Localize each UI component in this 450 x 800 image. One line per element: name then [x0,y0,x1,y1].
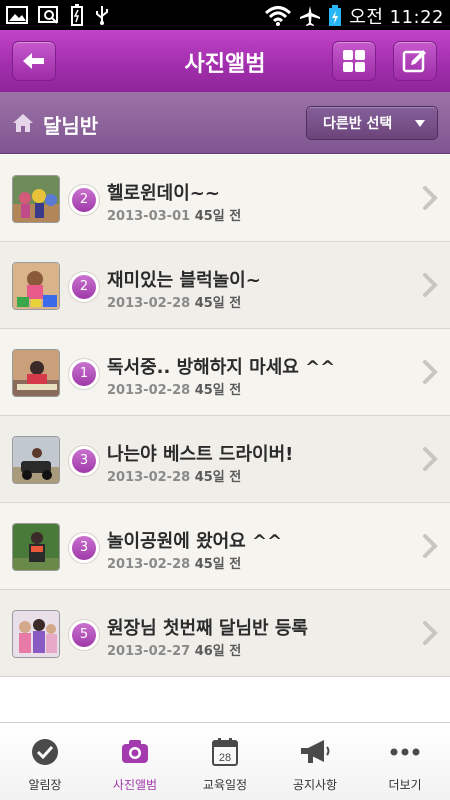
album-date: 2013-03-01 45일 전 [107,209,242,224]
class-select-label: 다른반 선택 [323,116,393,132]
album-thumbnail [12,349,60,397]
image-icon [6,6,28,24]
battery-small-icon [71,4,83,26]
album-thumbnail [12,175,60,223]
chevron-down-icon [415,120,425,127]
album-list: 2 헬로윈데이~~ 2013-03-01 45일 전 2 재미있는 블럭놀이~ … [0,155,450,677]
nav-item-notice[interactable]: 공지사항 [270,723,360,800]
chevron-right-icon [423,534,438,558]
nav-item-schedule[interactable]: 28 교육일정 [180,723,270,800]
photo-count-badge: 3 [68,532,100,564]
album-title: 원장님 첫번째 달님반 등록 [107,618,308,639]
page-title: 사진앨범 [184,52,266,77]
megaphone-icon [301,740,330,763]
list-item[interactable]: 2 재미있는 블럭놀이~ 2013-02-28 45일 전 [0,242,450,329]
system-icons: 오전 11:22 [264,3,444,29]
nav-label: 교육일정 [202,778,248,792]
battery-charging-icon [329,5,342,26]
album-date: 2013-02-28 45일 전 [107,383,242,398]
usb-icon [96,6,108,25]
search-icon [38,6,58,24]
home-icon [13,114,33,132]
wifi-icon [265,6,292,26]
chevron-right-icon [423,360,438,384]
album-date: 2013-02-28 45일 전 [107,557,242,572]
album-date: 2013-02-28 45일 전 [107,470,242,485]
nav-label: 사진앨범 [112,778,158,792]
grid-view-button[interactable] [332,41,376,81]
grid-view-icon [343,50,365,72]
nav-item-notes[interactable]: 알림장 [0,723,90,800]
class-select-dropdown[interactable]: 다른반 선택 [306,106,438,140]
photo-count-badge: 1 [68,358,100,390]
nav-label: 공지사항 [292,778,338,792]
more-dots-icon [390,748,420,756]
bottom-nav: 알림장 사진앨범 28 교육일정 공지사항 더보기 [0,722,450,800]
album-date: 2013-02-28 45일 전 [107,296,242,311]
list-item[interactable]: 5 원장님 첫번째 달님반 등록 2013-02-27 46일 전 [0,590,450,677]
svg-text:28: 28 [219,752,231,764]
list-item[interactable]: 1 독서중.. 방해하지 마세요 ^^ 2013-02-28 45일 전 [0,329,450,416]
album-title: 재미있는 블럭놀이~ [107,270,261,291]
chevron-right-icon [423,186,438,210]
album-thumbnail [12,436,60,484]
nav-label: 알림장 [28,778,62,792]
photo-count-badge: 2 [68,184,100,216]
nav-item-more[interactable]: 더보기 [360,723,450,800]
album-date: 2013-02-27 46일 전 [107,644,242,659]
photo-count-badge: 2 [68,271,100,303]
chevron-right-icon [423,273,438,297]
album-title: 놀이공원에 왔어요 ^^ [107,531,283,552]
list-item[interactable]: 3 놀이공원에 왔어요 ^^ 2013-02-28 45일 전 [0,503,450,590]
notification-icons [6,4,110,26]
album-title: 헬로윈데이~~ [107,183,220,204]
compose-button[interactable] [393,41,437,81]
photo-count-badge: 3 [68,445,100,477]
airplane-icon [300,6,321,26]
album-thumbnail [12,523,60,571]
list-item[interactable]: 2 헬로윈데이~~ 2013-03-01 45일 전 [0,155,450,242]
compose-icon [402,50,426,73]
nav-item-photo-album[interactable]: 사진앨범 [90,723,180,800]
camera-icon [122,740,148,763]
status-bar: 오전 11:22 [0,0,450,30]
list-item[interactable]: 3 나는야 베스트 드라이버! 2013-02-28 45일 전 [0,416,450,503]
class-bar: 달님반 다른반 선택 [0,92,450,154]
calendar-icon: 28 [212,738,238,766]
album-title: 독서중.. 방해하지 마세요 ^^ [107,357,336,378]
nav-label: 더보기 [388,778,422,792]
chevron-right-icon [423,447,438,471]
photo-count-badge: 5 [68,619,100,651]
check-circle-icon [32,739,58,765]
clock: 오전 11:22 [349,7,444,28]
chevron-right-icon [423,621,438,645]
album-title: 나는야 베스트 드라이버! [107,444,294,465]
class-name: 달님반 [43,114,99,138]
album-thumbnail [12,610,60,658]
app-header: 사진앨범 [0,30,450,92]
album-thumbnail [12,262,60,310]
